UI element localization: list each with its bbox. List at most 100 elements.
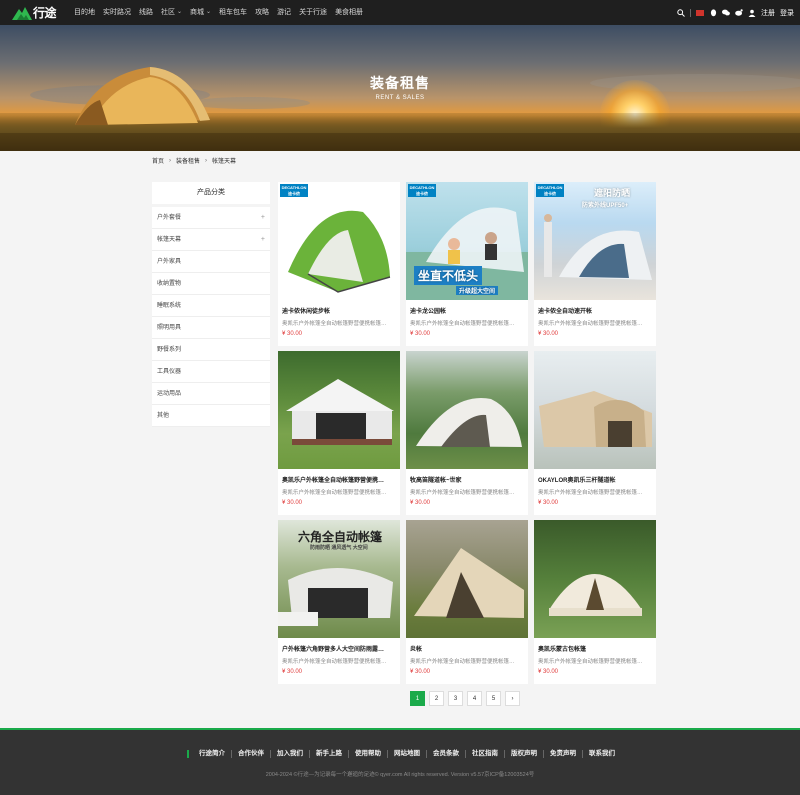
weibo-icon[interactable]: [735, 9, 743, 17]
banner-subtitle: RENT & SALES: [375, 95, 425, 101]
nav-item[interactable]: 关于行途: [295, 0, 331, 25]
chevron-right-icon: ›: [169, 157, 172, 164]
product-name[interactable]: 户外帐篷六角野营多人大空间防雨露…: [278, 638, 400, 653]
sidebar-category-item[interactable]: 照明用具: [152, 317, 270, 339]
product-name[interactable]: 奥凯乐蒙古包帐篷: [534, 638, 656, 653]
chevron-right-icon: ›: [205, 157, 208, 164]
product-image[interactable]: [534, 351, 656, 469]
decathlon-badge: DECATHLON 迪卡侬: [536, 184, 564, 197]
nav-item[interactable]: 美食相册: [331, 0, 367, 25]
product-price: ¥ 30.00: [538, 669, 559, 675]
nav-item-label: 商城: [190, 9, 205, 16]
page-button[interactable]: 4: [467, 691, 482, 706]
sidebar-category-item[interactable]: 户外套餐 +: [152, 207, 270, 229]
product-name[interactable]: 炎帐: [406, 638, 528, 653]
product-price: ¥ 30.00: [410, 331, 431, 337]
breadcrumb-home[interactable]: 首页: [152, 156, 164, 165]
category-list: 户外套餐 + 帐篷天幕 + 户外家具 收纳置物 睡眠系统 照明用具 野餐系列 工具仪器 运动用品其他: [152, 207, 270, 427]
sidebar-item-label: 其他: [157, 413, 170, 419]
product-image[interactable]: DECATHLON 迪卡侬: [278, 182, 400, 300]
user-icon[interactable]: [748, 9, 756, 17]
nav-item[interactable]: 游记: [273, 0, 295, 25]
expand-plus-icon[interactable]: +: [261, 207, 265, 228]
sidebar-category-item[interactable]: 帐篷天幕 +: [152, 229, 270, 251]
footer-links: 行途简介 合作伙伴 加入我们 新手上路 使用帮助 网站地图 会员条款 社区指南 版权声明 免责声明…: [187, 750, 621, 758]
page-button[interactable]: 1: [410, 691, 425, 706]
product-image[interactable]: [278, 351, 400, 469]
nav-item[interactable]: 攻略: [251, 0, 273, 25]
product-card[interactable]: 六角全自动帐篷 防雨防晒 通风透气 大空间 户外帐篷六角野营多人大空间防雨露… 奥凯乐…: [278, 520, 400, 684]
register-link[interactable]: 注册: [761, 8, 775, 18]
sidebar-category-item[interactable]: 野餐系列: [152, 339, 270, 361]
nav-item[interactable]: 线路: [135, 0, 157, 25]
product-price: ¥ 30.00: [538, 500, 559, 506]
site-logo[interactable]: 行途: [12, 3, 62, 23]
chevron-down-icon: ⌄: [177, 9, 183, 15]
footer-link[interactable]: 会员条款: [427, 750, 466, 758]
footer-link[interactable]: 合作伙伴: [232, 750, 271, 758]
product-name[interactable]: 迪卡侬全自动速开帐: [534, 300, 656, 315]
footer-link[interactable]: 版权声明: [505, 750, 544, 758]
product-card[interactable]: DECATHLON 迪卡侬 坐直不低头 升级超大空间 迪卡龙公园帐奥凯乐户外帐篷全自动…: [406, 182, 528, 346]
divider: [690, 8, 691, 17]
mountain-logo-icon: [12, 6, 32, 20]
product-price: ¥ 30.00: [410, 500, 431, 506]
page-button[interactable]: 5: [486, 691, 501, 706]
qq-icon[interactable]: [709, 8, 717, 17]
product-card[interactable]: DECATHLON 迪卡侬 迪卡侬休闲徒步帐奥凯乐户外帐篷全自动帐篷野营便携帐篷……: [278, 182, 400, 346]
page-button[interactable]: 3: [448, 691, 463, 706]
footer-link[interactable]: 新手上路: [310, 750, 349, 758]
nav-item[interactable]: 实时路况: [99, 0, 135, 25]
product-description: 奥凯乐户外帐篷全自动帐篷野营便携帐篷…: [282, 321, 387, 327]
login-link[interactable]: 登录: [780, 8, 794, 18]
footer-link[interactable]: 行途简介: [193, 750, 232, 758]
footer-link[interactable]: 网站地图: [388, 750, 427, 758]
product-description: 奥凯乐户外帐篷全自动帐篷野营便携帐篷…: [410, 321, 515, 327]
breadcrumb: 首页 › 装备租售 › 帐篷天幕: [152, 156, 237, 166]
weibo-red-icon[interactable]: [696, 9, 704, 16]
footer-link[interactable]: 联系我们: [583, 750, 621, 758]
product-image[interactable]: DECATHLON 迪卡侬 遮阳防晒 防紫外线UPF50+: [534, 182, 656, 300]
product-image[interactable]: 六角全自动帐篷 防雨防晒 通风透气 大空间: [278, 520, 400, 638]
next-page-button[interactable]: ›: [505, 691, 520, 706]
product-card[interactable]: 奥凯乐蒙古包帐篷 奥凯乐户外帐篷全自动帐篷野营便携帐篷… ¥ 30.00: [534, 520, 656, 684]
product-name[interactable]: 牧高笛隧道帐~世家: [406, 469, 528, 484]
sidebar-title: 产品分类: [152, 182, 270, 204]
sidebar-category-item[interactable]: 工具仪器: [152, 361, 270, 383]
sidebar-category-item[interactable]: 睡眠系统: [152, 295, 270, 317]
footer-link[interactable]: 加入我们: [271, 750, 310, 758]
product-name[interactable]: 迪卡龙公园帐: [406, 300, 528, 315]
nav-item[interactable]: 租车包车: [215, 0, 251, 25]
breadcrumb-category[interactable]: 装备租售: [176, 156, 200, 165]
page-button[interactable]: 2: [429, 691, 444, 706]
product-image[interactable]: DECATHLON 迪卡侬 坐直不低头 升级超大空间: [406, 182, 528, 300]
product-name[interactable]: 迪卡侬休闲徒步帐: [278, 300, 400, 315]
search-icon[interactable]: [677, 8, 685, 17]
product-name[interactable]: OKAYLOR奥凯乐三杆隧道帐: [534, 469, 656, 484]
nav-item-label: 实时路况: [103, 9, 131, 16]
product-card[interactable]: 牧高笛隧道帐~世家 奥凯乐户外帐篷全自动帐篷野营便携帐篷… ¥ 30.00: [406, 351, 528, 515]
product-name[interactable]: 奥凯乐户外帐篷全自动帐篷野营便携…: [278, 469, 400, 484]
wechat-icon[interactable]: [722, 9, 730, 17]
nav-item[interactable]: 目的地: [70, 0, 99, 25]
product-image[interactable]: [406, 520, 528, 638]
breadcrumb-current: 帐篷天幕: [212, 159, 237, 165]
sidebar-category-item[interactable]: 其他: [152, 405, 270, 427]
sidebar-category-item[interactable]: 运动用品: [152, 383, 270, 405]
footer-link[interactable]: 使用帮助: [349, 750, 388, 758]
product-image[interactable]: [534, 520, 656, 638]
product-card[interactable]: 奥凯乐户外帐篷全自动帐篷野营便携… 奥凯乐户外帐篷全自动帐篷野营便携帐篷… ¥ 30…: [278, 351, 400, 515]
nav-item[interactable]: 社区 ⌄: [157, 0, 186, 25]
product-image[interactable]: [406, 351, 528, 469]
nav-item[interactable]: 商城 ⌄: [186, 0, 215, 25]
footer-link[interactable]: 免责声明: [544, 750, 583, 758]
product-card[interactable]: 炎帐 奥凯乐户外帐篷全自动帐篷野营便携帐篷… ¥ 30.00: [406, 520, 528, 684]
product-card[interactable]: OKAYLOR奥凯乐三杆隧道帐 奥凯乐户外帐篷全自动帐篷野营便携帐篷… ¥ 30.0…: [534, 351, 656, 515]
sidebar-category-item[interactable]: 收纳置物: [152, 273, 270, 295]
footer-link[interactable]: 社区指南: [466, 750, 505, 758]
sidebar-category-item[interactable]: 户外家具: [152, 251, 270, 273]
product-card[interactable]: DECATHLON 迪卡侬 遮阳防晒 防紫外线UPF50+ 迪卡侬全自动速开帐 奥凯乐户…: [534, 182, 656, 346]
nav-item-label: 游记: [277, 9, 292, 16]
footer-accent-bar: [187, 750, 189, 758]
expand-plus-icon[interactable]: +: [261, 229, 265, 250]
